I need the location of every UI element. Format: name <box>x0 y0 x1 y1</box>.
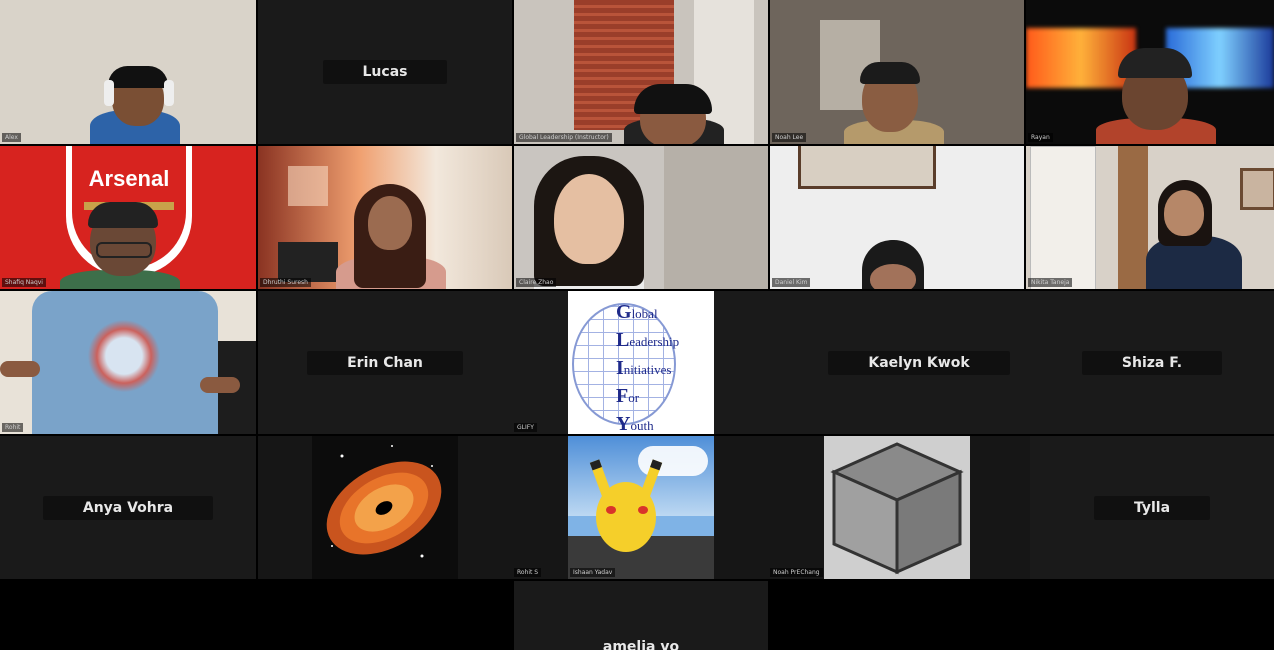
participant-name-tag: Rohit <box>2 423 24 432</box>
video-feed <box>1026 146 1274 289</box>
participant-name-tag: Nikita Taneja <box>1028 278 1073 287</box>
participant-name-tag: Rayan <box>1028 133 1053 142</box>
participant-name-tag: Claire Zhao <box>516 278 557 287</box>
participant-display-name: Shiza F. <box>1081 350 1223 375</box>
participant-tile-tylla[interactable]: Tylla <box>1030 436 1274 579</box>
crest-banner: Arsenal <box>88 166 170 191</box>
video-feed <box>770 0 1024 144</box>
participant-tile-noah-lee[interactable]: Noah Lee <box>770 0 1024 144</box>
participant-display-name: Anya Vohra <box>42 495 214 520</box>
participant-tile-kaelyn-kwok[interactable]: Kaelyn Kwok <box>714 291 1044 434</box>
participant-tile-anya-vohra[interactable]: Anya Vohra <box>0 436 256 579</box>
video-feed <box>258 146 512 289</box>
participant-tile-shafiq[interactable]: Arsenal Shafiq Naqvi <box>0 146 256 289</box>
participant-name-tag: Global Leadership (Instructor) <box>516 133 612 142</box>
black-hole-icon <box>312 436 458 579</box>
participant-tile-daniel[interactable]: Daniel Kim <box>770 146 1024 289</box>
participant-tile-claire[interactable]: Claire Zhao <box>514 146 768 289</box>
participant-name-tag: Dhruthi Suresh <box>260 278 311 287</box>
video-feed <box>770 146 1024 289</box>
video-feed <box>514 146 768 289</box>
participant-tile-alex[interactable]: Alex <box>0 0 256 144</box>
participant-tile-rayan[interactable]: Rayan <box>1026 0 1274 144</box>
participant-display-name: amelia vo <box>602 639 680 650</box>
pikachu-icon <box>568 436 714 579</box>
video-feed <box>1026 0 1274 144</box>
participant-name-tag: Noah Lee <box>772 133 807 142</box>
participant-tile-lucas[interactable]: Lucas <box>258 0 512 144</box>
participant-name-tag: Shafiq Naqvi <box>2 278 46 287</box>
video-feed <box>0 0 256 144</box>
participant-display-name: Kaelyn Kwok <box>828 350 1010 375</box>
participant-display-name: Tylla <box>1093 495 1211 520</box>
video-feed <box>514 0 768 144</box>
participant-tile-dhruthi[interactable]: Dhruthi Suresh <box>258 146 512 289</box>
participant-name-tag: GLIFY <box>514 423 537 432</box>
cube-icon <box>824 436 970 579</box>
participant-name-tag: Daniel Kim <box>772 278 811 287</box>
participant-tile-instructor[interactable]: Global Leadership (Instructor) <box>514 0 768 144</box>
participant-tile-pikachu[interactable]: Ishaan Yadav <box>568 436 714 579</box>
participant-display-name: Erin Chan <box>307 350 463 375</box>
participant-name-tag: Rohit S <box>514 568 542 577</box>
participant-tile-cube[interactable]: Noah PrEChang <box>714 436 1044 579</box>
participant-tile-amelia-vo[interactable]: amelia vo <box>514 581 768 650</box>
video-feed: Arsenal <box>0 146 256 289</box>
video-gallery-grid: Alex Lucas Global Leadership (Instructor… <box>0 0 1274 650</box>
participant-display-name: Lucas <box>322 60 448 84</box>
participant-tile-glify-logo[interactable]: Global Leadership Initiatives For Youth <box>568 291 714 434</box>
glify-logo-text: Global Leadership Initiatives For Youth <box>616 301 680 434</box>
participant-tile-black-hole[interactable]: Rohit S <box>258 436 568 579</box>
participant-tile-shiza[interactable]: Shiza F. <box>1030 291 1274 434</box>
participant-tile-erin-chan[interactable]: Erin Chan GLIFY <box>258 291 568 434</box>
participant-tile-rohit[interactable]: Rohit <box>0 291 256 434</box>
participant-name-tag: Ishaan Yadav <box>570 568 616 577</box>
video-feed <box>0 291 256 434</box>
participant-name-tag: Alex <box>2 133 21 142</box>
participant-tile-nikita[interactable]: Nikita Taneja <box>1026 146 1274 289</box>
participant-name-tag: Noah PrEChang <box>770 568 823 577</box>
